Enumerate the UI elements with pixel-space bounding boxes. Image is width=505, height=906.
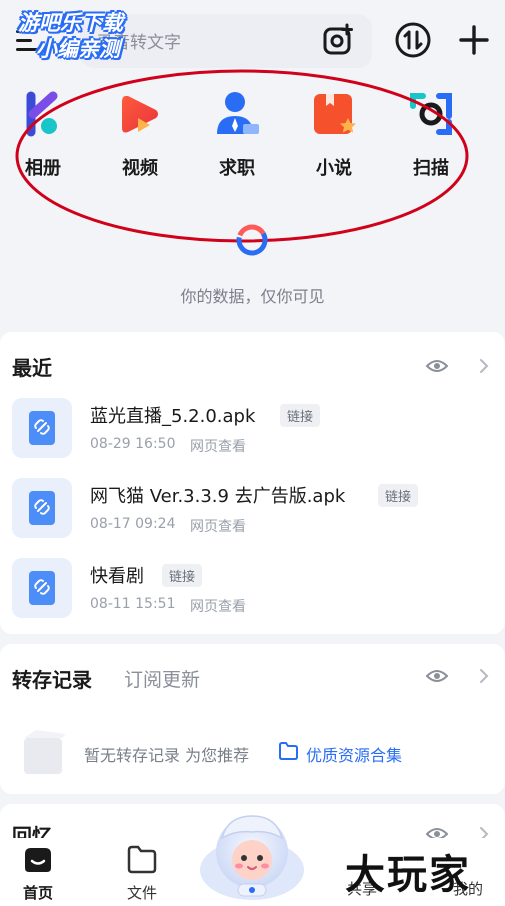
web-view-link[interactable]: 网页查看 (190, 516, 246, 536)
camera-scan-icon[interactable] (320, 22, 356, 58)
link-file-icon (12, 558, 72, 618)
shortcut-album[interactable]: 相册 (8, 90, 78, 185)
file-row[interactable]: 蓝光直播_5.2.0.apk 链接 08-29 16:50 网页查看 (0, 398, 505, 478)
shortcut-label: 求职 (219, 158, 255, 179)
folder-icon (127, 845, 157, 874)
web-view-link[interactable]: 网页查看 (190, 436, 246, 456)
plus-icon[interactable] (456, 22, 492, 58)
file-name: 快看剧 (90, 566, 144, 587)
loading-spinner-icon (236, 224, 268, 256)
home-icon (25, 848, 51, 872)
link-badge: 链接 (378, 484, 419, 507)
transfer-icon[interactable] (394, 21, 432, 59)
empty-box-icon (24, 730, 66, 774)
tab-subscription-updates[interactable]: 订阅更新 (124, 665, 200, 692)
shortcut-novel[interactable]: 小说 (299, 90, 369, 185)
file-row[interactable]: 快看剧 链接 08-11 15:51 网页查看 (0, 558, 505, 638)
file-name: 网飞猫 Ver.3.3.9 去广告版.apk (90, 486, 346, 507)
recent-card: 最近 蓝光直播_5.2.0.apk 链接 08-29 16:50 网页查看 网飞… (0, 332, 505, 634)
recommended-collection-link[interactable]: 优质资源合集 (306, 742, 402, 766)
file-name: 蓝光直播_5.2.0.apk (90, 406, 256, 427)
chevron-right-icon[interactable] (478, 358, 490, 374)
nav-home[interactable]: 首页 (0, 844, 78, 903)
mascot-assistant-icon[interactable] (198, 810, 306, 900)
shortcut-label: 小说 (316, 158, 352, 179)
link-badge: 链接 (280, 404, 321, 427)
link-file-icon (12, 478, 72, 538)
watermark-line-1: 游吧乐下载 (18, 11, 123, 35)
recent-title: 最近 (12, 356, 52, 380)
watermark-bottom: 大玩家 (345, 852, 471, 898)
file-time: 08-29 16:50 (90, 436, 176, 452)
novel-icon (310, 90, 358, 138)
file-row[interactable]: 网飞猫 Ver.3.3.9 去广告版.apk 链接 08-17 09:24 网页… (0, 478, 505, 558)
shortcut-label: 扫描 (413, 158, 449, 179)
empty-message: 暂无转存记录 为您推荐 (84, 746, 250, 765)
job-icon (213, 90, 261, 138)
album-icon (19, 90, 67, 138)
web-view-link[interactable]: 网页查看 (190, 596, 246, 616)
nav-label: 首页 (22, 884, 53, 902)
folder-icon[interactable] (278, 742, 298, 760)
shortcut-job[interactable]: 求职 (202, 90, 272, 185)
tab-transfer-records[interactable]: 转存记录 (12, 664, 92, 693)
shortcut-video[interactable]: 视频 (105, 90, 175, 185)
eye-icon[interactable] (426, 358, 448, 374)
watermark-top: 游吧乐下载 小编亲测 (18, 10, 123, 62)
watermark-line-2: 小编亲测 (36, 37, 120, 61)
scan-icon (407, 90, 455, 138)
shortcut-label: 相册 (25, 158, 61, 179)
shortcut-scan[interactable]: 扫描 (396, 90, 466, 185)
shortcut-label: 视频 (122, 158, 158, 179)
nav-files[interactable]: 文件 (102, 844, 182, 903)
transfer-card: 转存记录 订阅更新 暂无转存记录 为您推荐 优质资源合集 (0, 644, 505, 794)
link-file-icon (12, 398, 72, 458)
video-icon (116, 90, 164, 138)
file-time: 08-11 15:51 (90, 596, 176, 612)
link-badge: 链接 (162, 564, 203, 587)
file-time: 08-17 09:24 (90, 516, 176, 532)
privacy-text: 你的数据，仅你可见 (180, 287, 325, 306)
chevron-right-icon[interactable] (478, 668, 490, 684)
nav-label: 文件 (126, 884, 157, 902)
eye-icon[interactable] (426, 668, 448, 684)
